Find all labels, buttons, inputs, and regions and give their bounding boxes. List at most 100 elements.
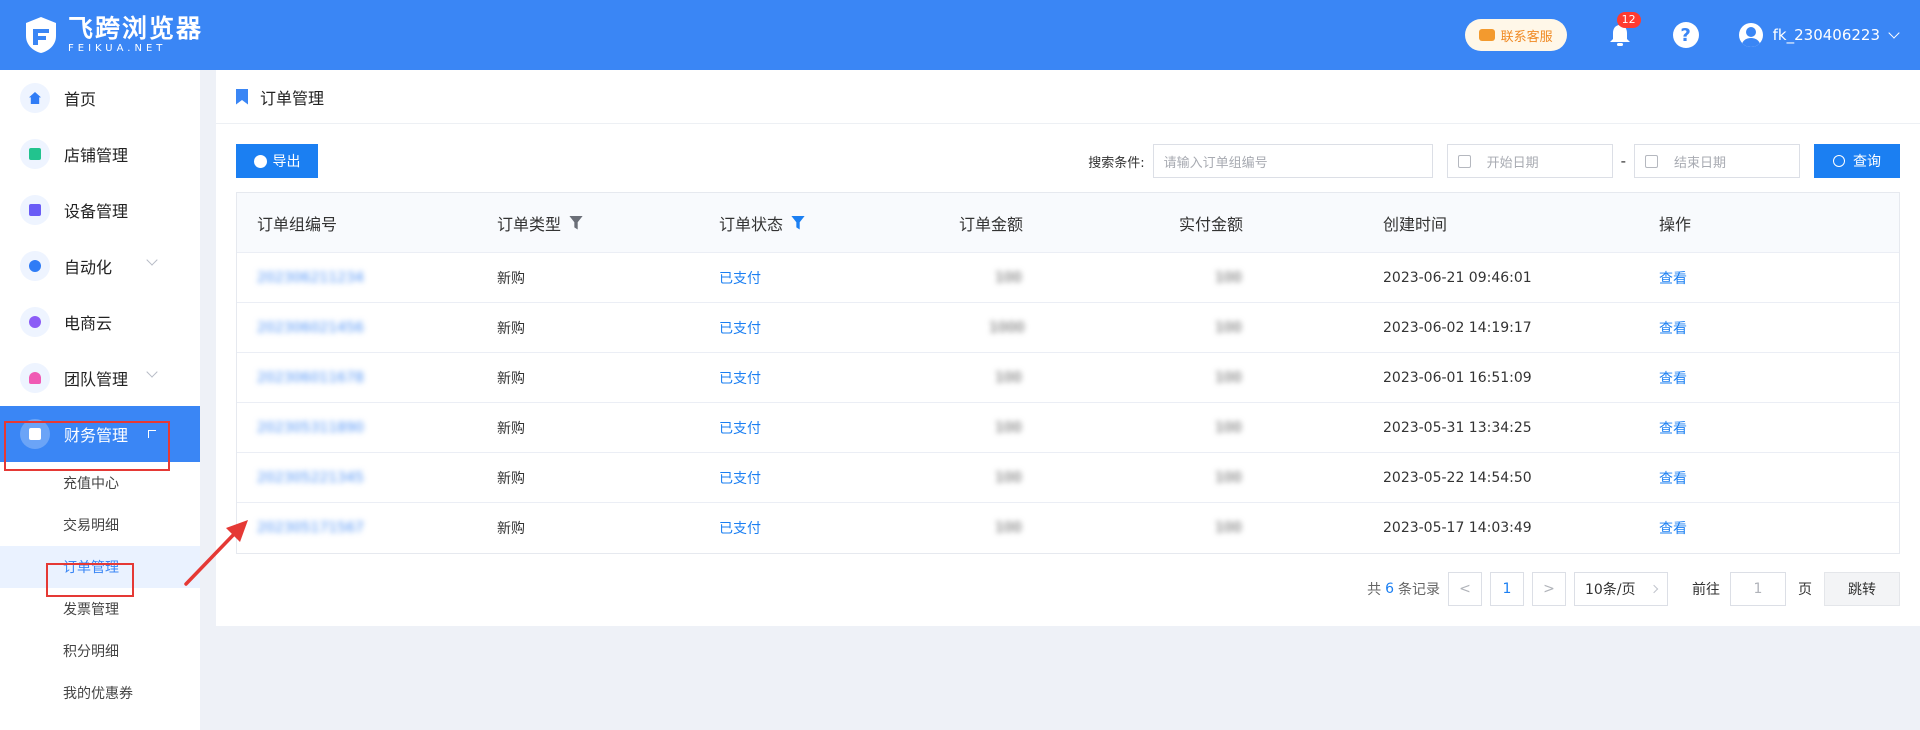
total-count: 6 xyxy=(1385,581,1394,597)
end-date-input[interactable]: 结束日期 xyxy=(1634,144,1800,178)
column-header-order-id: 订单组编号 xyxy=(257,214,338,234)
view-link[interactable]: 查看 xyxy=(1659,518,1687,538)
order-amount: 100 xyxy=(995,369,1022,386)
logo-shield-icon xyxy=(26,17,56,53)
start-date-input[interactable]: 开始日期 xyxy=(1446,144,1613,178)
column-header-paid-amount: 实付金额 xyxy=(1179,214,1244,234)
sidebar-item-devices[interactable]: 设备管理 xyxy=(0,182,200,238)
order-status: 已支付 xyxy=(719,370,761,387)
filter-icon[interactable] xyxy=(569,215,584,230)
table-row: 202306211234 新购 已支付 100 100 2023-06-21 0… xyxy=(237,253,1899,303)
query-label: 查询 xyxy=(1853,154,1881,170)
order-type: 新购 xyxy=(497,420,525,437)
help-icon[interactable]: ? xyxy=(1672,22,1699,48)
view-link[interactable]: 查看 xyxy=(1659,468,1687,488)
automation-icon xyxy=(20,251,50,281)
sidebar-item-label: 团队管理 xyxy=(64,370,129,389)
table-row: 202305221345 新购 已支付 100 100 2023-05-22 1… xyxy=(237,453,1899,503)
bookmark-icon xyxy=(236,88,248,105)
column-header-actions: 操作 xyxy=(1659,214,1692,234)
sidebar-item-label: 首页 xyxy=(64,90,97,109)
jump-button[interactable]: 跳转 xyxy=(1824,572,1900,606)
date-separator: - xyxy=(1620,152,1626,170)
home-icon xyxy=(20,83,50,113)
view-link[interactable]: 查看 xyxy=(1659,368,1687,388)
order-type: 新购 xyxy=(497,521,525,537)
page-size-value: 10条/页 xyxy=(1585,582,1636,598)
order-status: 已支付 xyxy=(719,521,761,537)
order-id-link[interactable]: 202306021456 xyxy=(257,320,364,336)
order-status: 已支付 xyxy=(719,270,761,287)
view-link[interactable]: 查看 xyxy=(1659,418,1687,438)
order-type: 新购 xyxy=(497,270,525,287)
user-menu[interactable]: fk_230406223 xyxy=(1738,23,1900,47)
order-amount: 100 xyxy=(995,269,1022,286)
total-prefix: 共 xyxy=(1367,582,1382,598)
order-type: 新购 xyxy=(497,320,525,337)
orders-table: 订单组编号 订单类型 订单状态 订单金额 实付金额 创建时间 操作 202306… xyxy=(236,192,1900,554)
sidebar-item-team[interactable]: 团队管理 xyxy=(0,350,200,406)
chat-icon xyxy=(1478,29,1495,41)
view-link[interactable]: 查看 xyxy=(1659,318,1687,338)
logo[interactable]: 飞跨浏览器 FEIKUA.NET xyxy=(24,15,203,55)
notification-bell[interactable]: 12 xyxy=(1607,12,1641,48)
view-link[interactable]: 查看 xyxy=(1659,268,1687,288)
paid-amount: 100 xyxy=(1215,469,1242,486)
start-date-placeholder: 开始日期 xyxy=(1486,155,1539,171)
calendar-icon xyxy=(1645,154,1658,168)
table-row: 202305171567 新购 已支付 100 100 2023-05-17 1… xyxy=(237,503,1899,553)
column-header-order-amount: 订单金额 xyxy=(959,214,1024,234)
created-time: 2023-05-31 13:34:25 xyxy=(1383,419,1532,436)
export-button[interactable]: 导出 xyxy=(236,144,318,178)
sidebar-subitem-coupons[interactable]: 我的优惠券 xyxy=(0,672,200,714)
top-header: 飞跨浏览器 FEIKUA.NET 联系客服 12 ? fk_230406223 xyxy=(0,0,1920,70)
order-id-link[interactable]: 202305221345 xyxy=(257,470,364,486)
goto-label: 前往 xyxy=(1692,582,1720,598)
filter-icon[interactable] xyxy=(791,215,806,230)
sidebar-subitem-points[interactable]: 积分明细 xyxy=(0,630,200,672)
avatar xyxy=(1738,23,1763,47)
pagination: 共 6 条记录 < 1 > 10条/页 前往 1 页 跳转 xyxy=(1367,572,1900,606)
created-time: 2023-05-17 14:03:49 xyxy=(1383,520,1532,536)
order-id-link[interactable]: 202305171567 xyxy=(257,520,364,536)
end-date-placeholder: 结束日期 xyxy=(1674,155,1727,171)
order-status: 已支付 xyxy=(719,470,761,487)
paid-amount: 100 xyxy=(1215,269,1242,286)
current-page-button[interactable]: 1 xyxy=(1490,572,1524,606)
order-amount: 1000 xyxy=(989,319,1025,336)
paid-amount: 100 xyxy=(1215,419,1242,436)
goto-page-input[interactable]: 1 xyxy=(1730,572,1786,606)
sidebar: 首页 店铺管理 设备管理 自动化 电商云 团队管理 财务管理 充值中心 交易明细… xyxy=(0,70,200,730)
annotation-arrow-icon xyxy=(184,520,248,586)
order-id-link[interactable]: 202305311890 xyxy=(257,420,364,436)
created-time: 2023-06-01 16:51:09 xyxy=(1383,369,1532,386)
order-number-input[interactable]: 请输入订单组编号 xyxy=(1152,144,1433,178)
order-id-link[interactable]: 202306011678 xyxy=(257,370,364,386)
prev-page-button[interactable]: < xyxy=(1448,572,1482,606)
order-type: 新购 xyxy=(497,470,525,487)
sidebar-item-automation[interactable]: 自动化 xyxy=(0,238,200,294)
page-size-select[interactable]: 10条/页 xyxy=(1574,572,1668,606)
order-status: 已支付 xyxy=(719,320,761,337)
contact-service-button[interactable]: 联系客服 xyxy=(1464,19,1567,51)
sidebar-subitem-transactions[interactable]: 交易明细 xyxy=(0,504,200,546)
sidebar-item-ecommerce-cloud[interactable]: 电商云 xyxy=(0,294,200,350)
table-row: 202305311890 新购 已支付 100 100 2023-05-31 1… xyxy=(237,403,1899,453)
export-icon xyxy=(253,154,267,168)
table-row: 202306011678 新购 已支付 100 100 2023-06-01 1… xyxy=(237,353,1899,403)
sidebar-item-stores[interactable]: 店铺管理 xyxy=(0,126,200,182)
sidebar-item-label: 电商云 xyxy=(64,314,113,333)
sidebar-item-label: 自动化 xyxy=(64,258,113,277)
username: fk_230406223 xyxy=(1772,26,1880,44)
page-suffix: 页 xyxy=(1798,582,1812,598)
order-type: 新购 xyxy=(497,370,525,387)
chevron-down-icon xyxy=(146,254,158,266)
next-page-button[interactable]: > xyxy=(1532,572,1566,606)
order-id-link[interactable]: 202306211234 xyxy=(257,270,364,286)
sidebar-item-home[interactable]: 首页 xyxy=(0,70,200,126)
column-header-order-type: 订单类型 xyxy=(497,211,584,235)
column-header-created-time: 创建时间 xyxy=(1383,214,1448,234)
contact-service-label: 联系客服 xyxy=(1500,29,1553,45)
table-row: 202306021456 新购 已支付 1000 100 2023-06-02 … xyxy=(237,303,1899,353)
query-button[interactable]: 查询 xyxy=(1814,144,1900,178)
